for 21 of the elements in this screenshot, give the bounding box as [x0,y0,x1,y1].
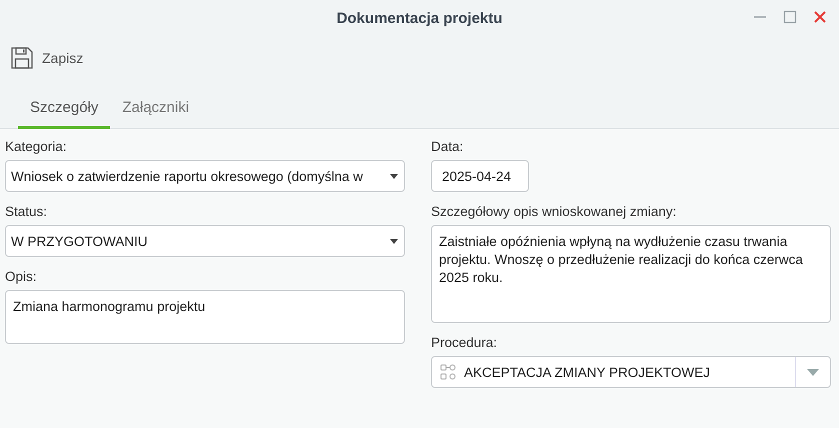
caret-icon[interactable] [807,368,819,376]
field-label: Status: [5,204,48,219]
field-label: Procedura: [431,335,498,350]
caret-icon [390,174,398,178]
text-area[interactable]: Zaistniałe opóźnienia wpłyną na wydłużenie czasu trwania projektu. Wnoszę o przedłużenie realizacji do końca czerwca 2025 roku. [431,225,831,323]
dropdown-field[interactable]: AKCEPTACJA ZMIANY PROJEKTOWEJ [431,356,831,388]
text-area[interactable]: Zmiana harmonogramu projektu [5,290,405,344]
date-field[interactable]: 2025-04-24 [431,160,529,192]
field-label: Data: [431,139,464,154]
save-button[interactable]: Zapisz [8,44,86,72]
field-label: Szczegółowy opis wnioskowanej zmiany: [431,204,678,219]
field-label: Kategoria: [5,139,68,154]
maximize-icon[interactable] [783,10,797,24]
close-icon[interactable] [813,10,827,24]
tab[interactable]: Załączniki [110,89,202,129]
caret-icon [390,238,398,244]
field-label: Opis: [5,269,38,284]
window-title: Dokumentacja projektu [336,10,502,26]
dropdown-field[interactable]: W PRZYGOTOWANIU [5,225,405,257]
dropdown-field[interactable]: Wniosek o zatwierdzenie raportu okresowego (domyślna w [5,160,405,192]
shapes-icon [440,364,456,380]
